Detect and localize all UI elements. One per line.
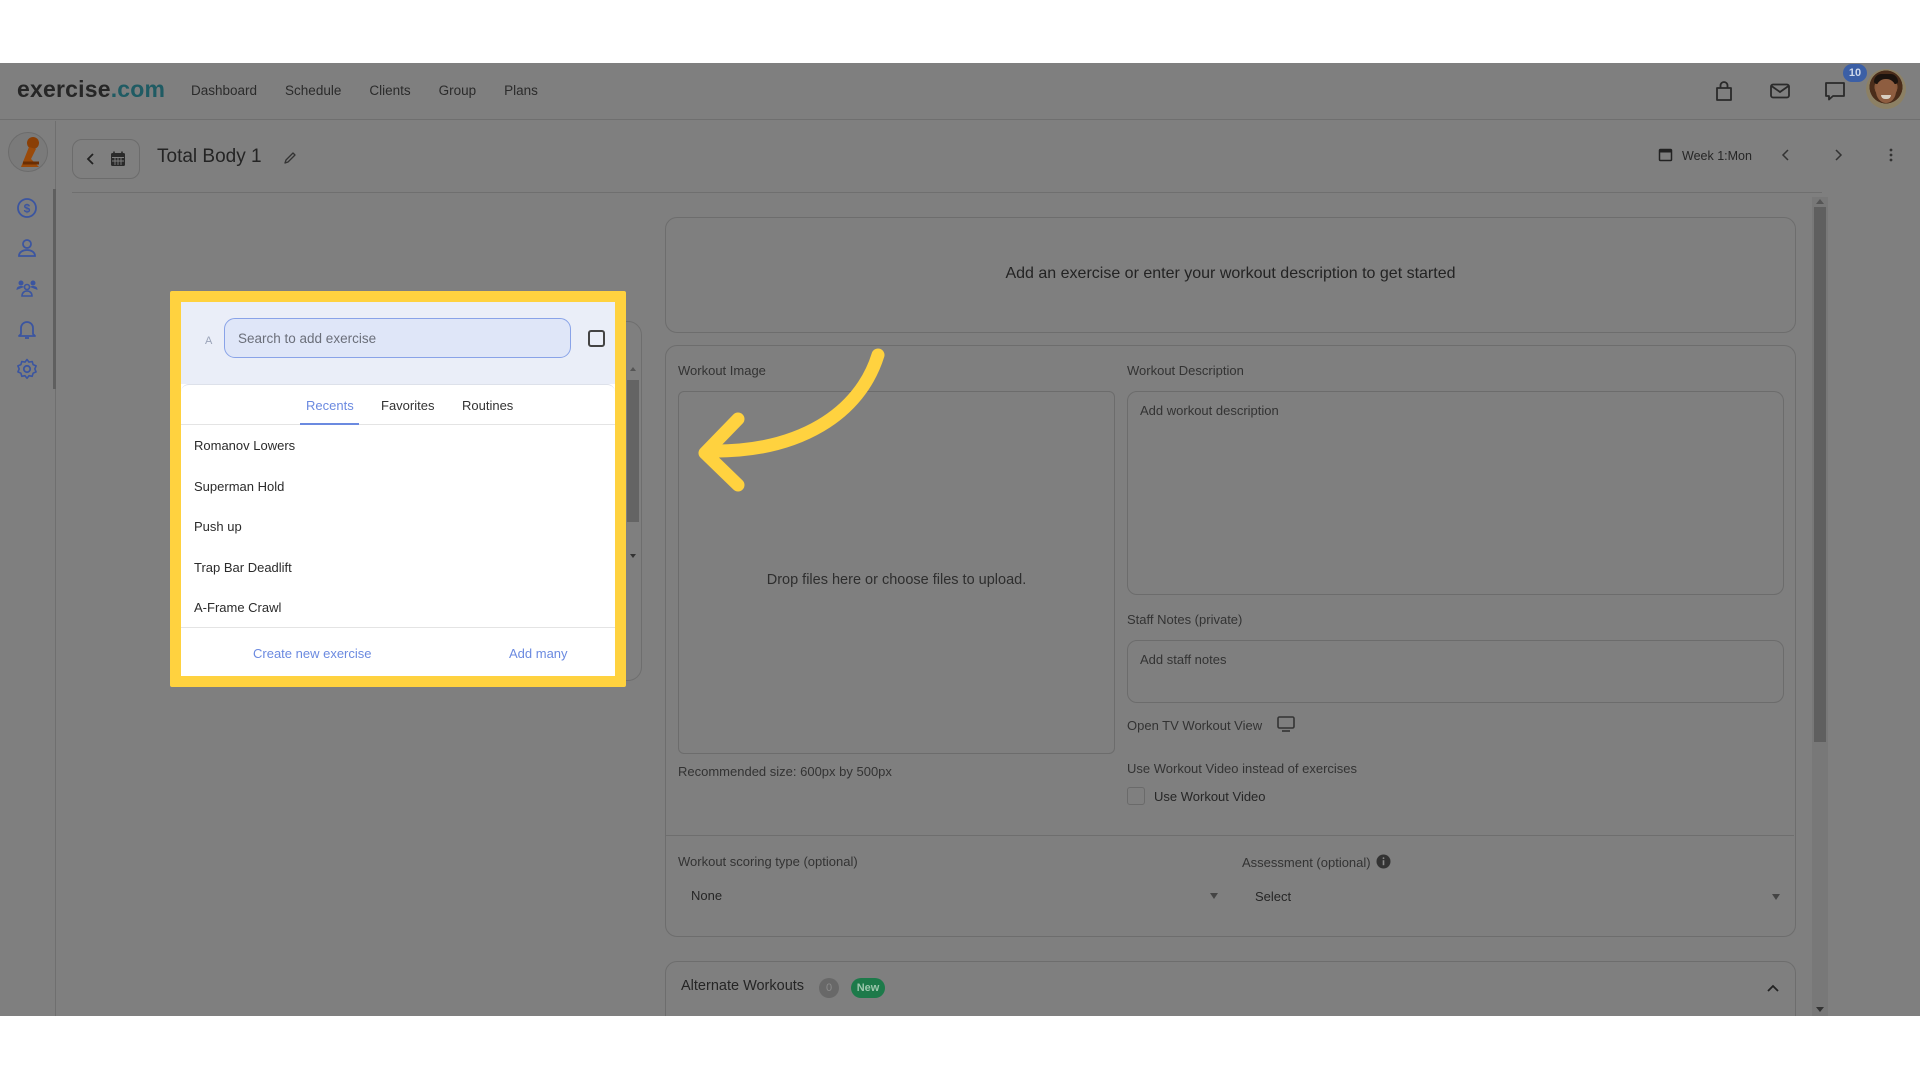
open-tv-view-link[interactable]: Open TV Workout View: [1127, 718, 1262, 733]
list-item[interactable]: Trap Bar Deadlift: [181, 548, 615, 589]
list-item[interactable]: Superman Hold: [181, 467, 615, 508]
top-navbar: exercise.com Dashboard Schedule Clients …: [0, 63, 1920, 120]
annotation-arrow-icon: [698, 348, 885, 492]
exercise-search-popup: A Recents Favorites Routines Romanov Low…: [181, 302, 615, 676]
assessment-select[interactable]: Select: [1242, 876, 1787, 914]
chevron-up-icon[interactable]: [1766, 982, 1780, 994]
sidebar: $: [0, 121, 56, 1016]
assessment-value: Select: [1255, 889, 1292, 904]
popup-tabs: Recents Favorites Routines: [181, 384, 615, 425]
info-icon[interactable]: [1376, 854, 1391, 869]
search-prefix-label: A: [205, 335, 213, 347]
workout-description-textarea[interactable]: Add workout description: [1127, 391, 1784, 595]
scroll-up-arrow-icon[interactable]: [1816, 198, 1824, 204]
staff-notes-textarea[interactable]: Add staff notes: [1127, 640, 1784, 703]
alternate-workouts-title: Alternate Workouts: [681, 978, 805, 994]
week-calendar-icon: [1658, 148, 1673, 162]
dropzone-text: Drop files here or choose files to uploa…: [766, 572, 1027, 588]
active-tab-indicator: [300, 423, 359, 425]
chat-icon[interactable]: [1823, 79, 1847, 103]
group-icon[interactable]: [15, 276, 39, 300]
empty-state-card: Add an exercise or enter your workout de…: [665, 217, 1796, 333]
scoring-type-value: None: [691, 888, 723, 903]
tab-favorites[interactable]: Favorites: [381, 398, 434, 413]
new-badge: New: [851, 978, 885, 998]
more-options-icon[interactable]: [1886, 147, 1896, 163]
notification-badge: 10: [1843, 64, 1867, 82]
list-item[interactable]: Romanov Lowers: [181, 426, 615, 467]
tab-routines[interactable]: Routines: [462, 398, 513, 413]
header-divider: [72, 192, 1822, 193]
exercise-search-input[interactable]: [224, 318, 571, 358]
nav-clients[interactable]: Clients: [369, 83, 410, 98]
create-new-exercise-link[interactable]: Create new exercise: [253, 646, 372, 661]
use-workout-video-label[interactable]: Use Workout Video: [1154, 789, 1266, 804]
workout-header: Total Body 1 Week 1:Mon: [72, 121, 1920, 179]
tab-recents[interactable]: Recents: [306, 398, 354, 413]
workout-title: Total Body 1: [157, 146, 262, 167]
list-item[interactable]: Push up: [181, 507, 615, 548]
logo-main: exercise: [17, 76, 111, 102]
back-calendar-button[interactable]: [72, 139, 140, 179]
alternate-workouts-card[interactable]: Alternate Workouts 0 New: [665, 961, 1796, 1016]
recent-exercises-list: Romanov Lowers Superman Hold Push up Tra…: [181, 426, 615, 629]
nav-group[interactable]: Group: [439, 83, 477, 98]
scoring-dropdown-caret-icon: [1210, 893, 1218, 899]
main-scrollbar-thumb[interactable]: [1814, 207, 1826, 742]
chevron-left-icon[interactable]: [83, 151, 99, 167]
sidebar-scrollbar[interactable]: [53, 189, 56, 389]
staff-notes-label: Staff Notes (private): [1127, 612, 1243, 627]
add-many-link[interactable]: Add many: [509, 646, 568, 661]
mascot-icon: [21, 137, 39, 167]
edit-pencil-icon[interactable]: [282, 150, 298, 166]
scoring-type-label: Workout scoring type (optional): [678, 854, 858, 869]
exercise-panel-scrollbar[interactable]: [627, 364, 639, 584]
user-avatar[interactable]: [1866, 69, 1906, 109]
use-workout-video-checkbox[interactable]: [1127, 787, 1145, 805]
prev-week-chevron-icon[interactable]: [1779, 148, 1793, 162]
shopping-bag-icon[interactable]: [1712, 79, 1736, 103]
assessment-label: Assessment (optional): [1242, 855, 1371, 870]
avatar-face: [1876, 79, 1896, 103]
next-week-chevron-icon[interactable]: [1831, 148, 1845, 162]
workout-description-label: Workout Description: [1127, 363, 1244, 378]
logo-suffix: .com: [110, 76, 166, 102]
mail-icon[interactable]: [1768, 79, 1792, 103]
description-placeholder: Add workout description: [1140, 403, 1279, 418]
scoring-type-select[interactable]: None: [678, 876, 1223, 914]
brand-mascot-logo[interactable]: [8, 132, 48, 172]
svg-text:$: $: [24, 202, 31, 216]
tv-monitor-icon[interactable]: [1276, 715, 1296, 733]
logo[interactable]: exercise.com: [17, 76, 165, 103]
user-icon[interactable]: [15, 236, 39, 260]
main-scrollbar[interactable]: [1812, 197, 1828, 1016]
app-window: exercise.com Dashboard Schedule Clients …: [0, 63, 1920, 1016]
nav-schedule[interactable]: Schedule: [285, 83, 341, 98]
main-nav: Dashboard Schedule Clients Group Plans: [191, 83, 538, 98]
dollar-icon[interactable]: $: [15, 196, 39, 220]
alternate-count-badge: 0: [819, 978, 839, 998]
recommended-size-text: Recommended size: 600px by 500px: [678, 764, 892, 779]
screenshot-stage: exercise.com Dashboard Schedule Clients …: [0, 0, 1920, 1080]
section-divider: [666, 835, 1794, 836]
list-item[interactable]: A-Frame Crawl: [181, 588, 615, 629]
nav-plans[interactable]: Plans: [504, 83, 538, 98]
search-area: A: [181, 302, 615, 384]
week-selector[interactable]: Week 1:Mon: [1682, 149, 1752, 163]
calendar-icon[interactable]: [109, 150, 127, 168]
staff-notes-placeholder: Add staff notes: [1140, 652, 1227, 667]
expand-icon[interactable]: [588, 330, 605, 347]
gear-icon[interactable]: [15, 357, 39, 381]
empty-state-message: Add an exercise or enter your workout de…: [1005, 265, 1456, 282]
popup-footer: Create new exercise Add many: [181, 627, 615, 676]
nav-dashboard[interactable]: Dashboard: [191, 83, 257, 98]
scroll-down-arrow-icon[interactable]: [1816, 1007, 1824, 1013]
video-section-label: Use Workout Video instead of exercises: [1127, 761, 1358, 776]
assessment-dropdown-caret-icon: [1772, 894, 1780, 900]
bell-icon[interactable]: [15, 317, 39, 341]
